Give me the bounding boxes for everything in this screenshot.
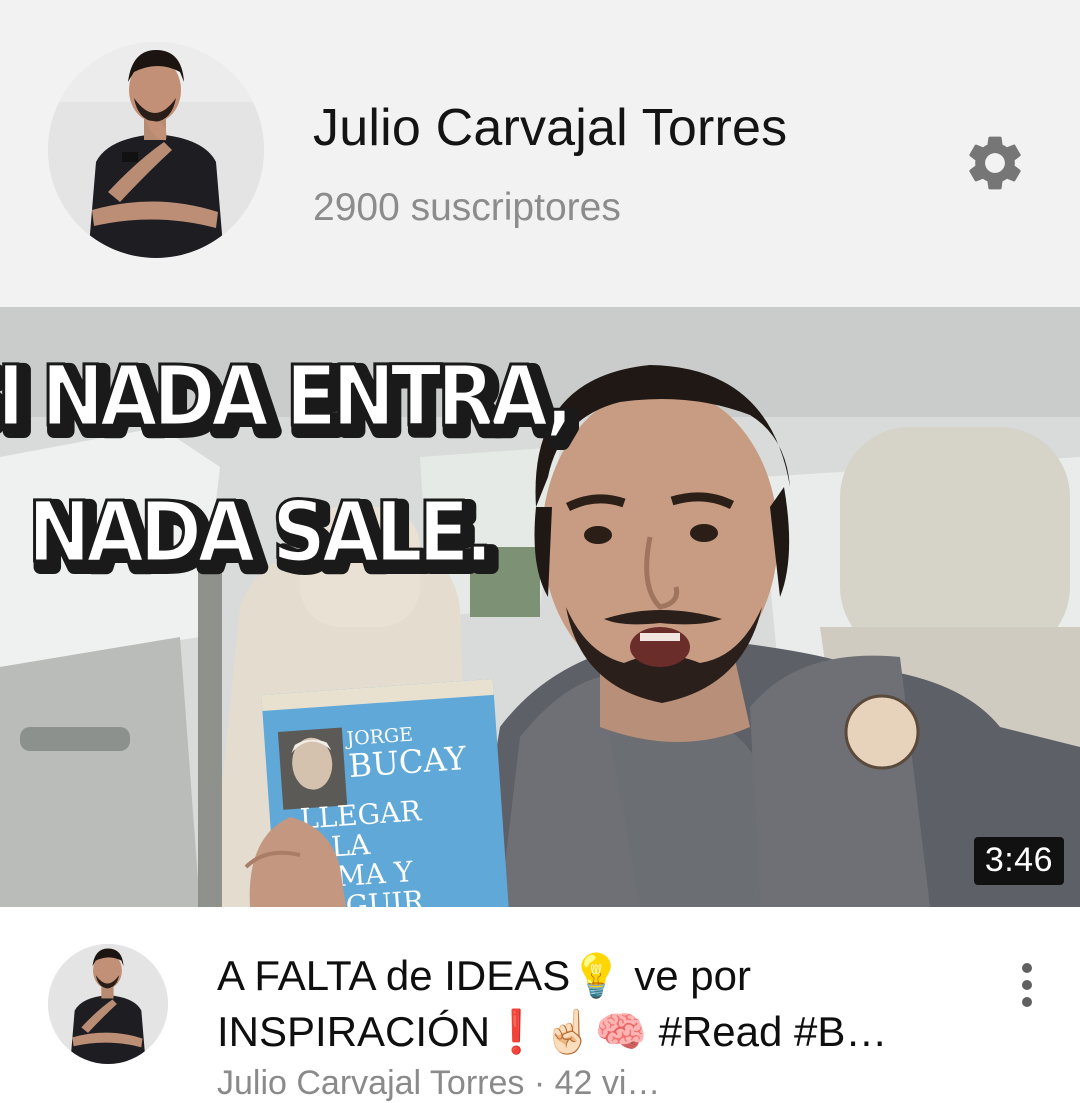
video-thumbnail[interactable]: JORGE BUCAY LLEGAR A LA CIMA Y SEGUIR SI…	[0, 307, 1080, 907]
duration-badge: 3:46	[973, 837, 1064, 885]
video-title-line-2: INSPIRACIÓN❗☝🏻🧠 #Read #B…	[217, 1008, 888, 1055]
channel-header: Julio Carvajal Torres 2900 suscriptores	[0, 0, 1080, 307]
gear-icon[interactable]	[962, 130, 1028, 196]
video-channel-avatar[interactable]	[48, 944, 168, 1064]
channel-avatar[interactable]	[48, 42, 264, 258]
video-meta: Julio Carvajal Torres · 42 vi…	[217, 1064, 661, 1102]
overlay-line-2: NADA SALE.	[28, 483, 489, 581]
subscriber-count: 2900 suscriptores	[313, 186, 621, 229]
overlay-line-1: SI NADA ENTRA,	[0, 347, 569, 445]
video-title-line-1: A FALTA de IDEAS💡 ve por	[217, 952, 751, 999]
more-vert-icon[interactable]	[1007, 962, 1047, 1012]
video-title[interactable]: A FALTA de IDEAS💡 ve por INSPIRACIÓN❗☝🏻🧠…	[217, 948, 957, 1060]
channel-name[interactable]: Julio Carvajal Torres	[313, 98, 787, 158]
